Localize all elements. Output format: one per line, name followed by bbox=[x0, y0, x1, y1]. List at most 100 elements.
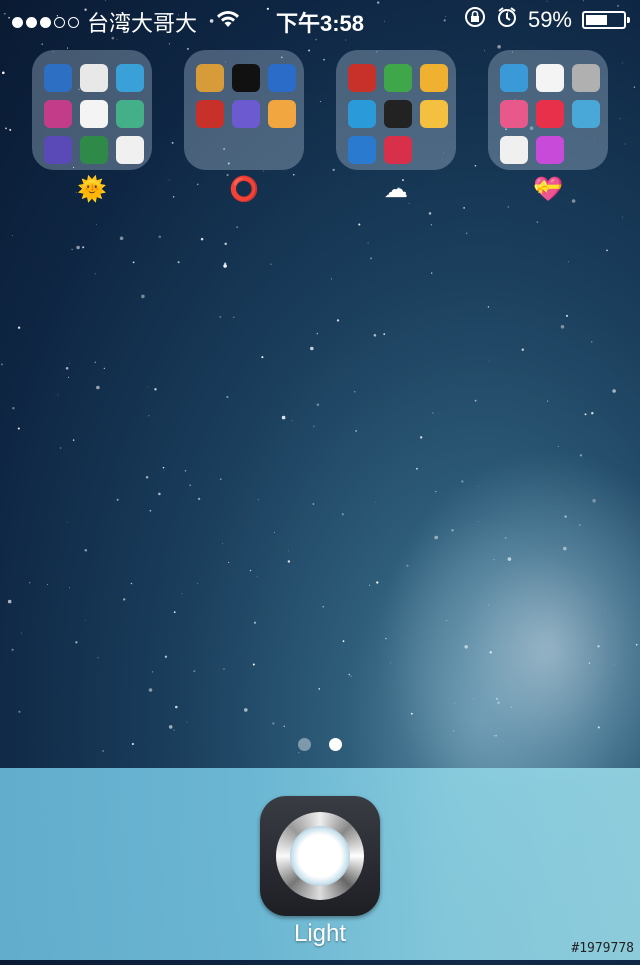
star bbox=[67, 47, 69, 49]
star bbox=[68, 376, 70, 378]
page-dot[interactable] bbox=[298, 738, 311, 751]
star bbox=[47, 584, 48, 585]
star bbox=[310, 346, 314, 351]
star bbox=[223, 668, 225, 670]
folder-box[interactable] bbox=[32, 50, 152, 170]
star bbox=[313, 425, 315, 427]
star bbox=[410, 712, 413, 715]
star bbox=[415, 467, 418, 470]
folder-box[interactable] bbox=[184, 50, 304, 170]
star bbox=[434, 535, 439, 540]
star bbox=[223, 264, 227, 268]
star bbox=[584, 413, 587, 416]
star bbox=[431, 272, 433, 274]
star bbox=[493, 559, 495, 561]
folder-label: 💝 bbox=[533, 176, 563, 203]
star bbox=[226, 395, 229, 399]
star bbox=[189, 484, 192, 487]
star bbox=[141, 294, 145, 299]
star bbox=[18, 710, 21, 713]
star bbox=[495, 697, 499, 700]
star bbox=[256, 576, 258, 578]
star bbox=[130, 582, 133, 585]
star bbox=[316, 332, 319, 335]
star bbox=[564, 515, 567, 518]
star bbox=[521, 348, 524, 351]
star bbox=[257, 499, 259, 501]
star bbox=[316, 403, 320, 406]
star bbox=[487, 306, 490, 308]
folder-app-icon bbox=[80, 100, 108, 128]
star bbox=[236, 226, 239, 229]
star bbox=[612, 389, 616, 393]
star bbox=[29, 582, 31, 584]
status-bar: 台湾大哥大 下午3:58 59% bbox=[0, 0, 640, 40]
flashlight-app-icon[interactable] bbox=[260, 796, 380, 916]
folder-box[interactable] bbox=[336, 50, 456, 170]
folder-1[interactable]: 🌞 bbox=[32, 50, 152, 206]
star bbox=[322, 605, 325, 608]
folder-app-icon bbox=[420, 100, 448, 128]
star bbox=[354, 391, 356, 393]
star bbox=[428, 212, 432, 215]
folder-box[interactable] bbox=[488, 50, 608, 170]
star bbox=[97, 657, 99, 659]
star bbox=[11, 648, 14, 651]
star bbox=[197, 497, 201, 501]
star bbox=[249, 569, 252, 572]
star bbox=[336, 319, 340, 322]
folder-app-icon bbox=[116, 64, 144, 92]
folder-app-icon bbox=[500, 64, 528, 92]
star bbox=[312, 503, 315, 505]
star bbox=[590, 341, 593, 343]
folder-label: ⭕ bbox=[229, 176, 259, 203]
star bbox=[119, 236, 124, 241]
star bbox=[536, 221, 539, 223]
folder-app-icon bbox=[232, 100, 260, 128]
app-light[interactable]: Light bbox=[260, 796, 380, 948]
star bbox=[355, 430, 357, 432]
star bbox=[497, 45, 501, 49]
star bbox=[84, 548, 88, 552]
star bbox=[116, 498, 119, 501]
star bbox=[466, 232, 468, 234]
star bbox=[287, 560, 291, 563]
folder-2[interactable]: ⭕ bbox=[184, 50, 304, 206]
folder-4[interactable]: 💝 bbox=[488, 50, 608, 206]
star bbox=[7, 599, 12, 604]
star bbox=[474, 399, 477, 402]
folder-app-icon bbox=[196, 64, 224, 92]
star bbox=[389, 662, 391, 664]
folder-app-icon bbox=[384, 64, 412, 92]
folder-label: 🌞 bbox=[77, 176, 107, 203]
star bbox=[342, 640, 345, 643]
folder-app-icon bbox=[348, 136, 376, 164]
star bbox=[21, 632, 23, 634]
app-label: Light bbox=[293, 920, 347, 947]
star bbox=[164, 655, 168, 658]
star bbox=[477, 521, 479, 523]
star bbox=[406, 564, 409, 567]
star bbox=[291, 420, 293, 421]
star bbox=[330, 278, 333, 280]
star bbox=[85, 620, 86, 621]
page-dot[interactable] bbox=[329, 738, 342, 751]
star bbox=[168, 43, 170, 45]
folder-3[interactable]: ☁ bbox=[336, 50, 456, 206]
star bbox=[72, 439, 75, 441]
star bbox=[489, 360, 490, 362]
star bbox=[298, 752, 300, 754]
star bbox=[145, 476, 149, 479]
star bbox=[224, 262, 227, 265]
star bbox=[272, 722, 275, 725]
rotation-lock-icon bbox=[464, 6, 486, 34]
star bbox=[341, 513, 344, 516]
star bbox=[96, 224, 97, 225]
star bbox=[17, 427, 20, 430]
page-indicator[interactable] bbox=[0, 738, 640, 751]
star bbox=[41, 43, 44, 46]
star bbox=[168, 725, 173, 729]
folder-app-icon bbox=[500, 136, 528, 164]
watermark: #1979778 bbox=[571, 941, 634, 956]
star bbox=[504, 537, 507, 539]
